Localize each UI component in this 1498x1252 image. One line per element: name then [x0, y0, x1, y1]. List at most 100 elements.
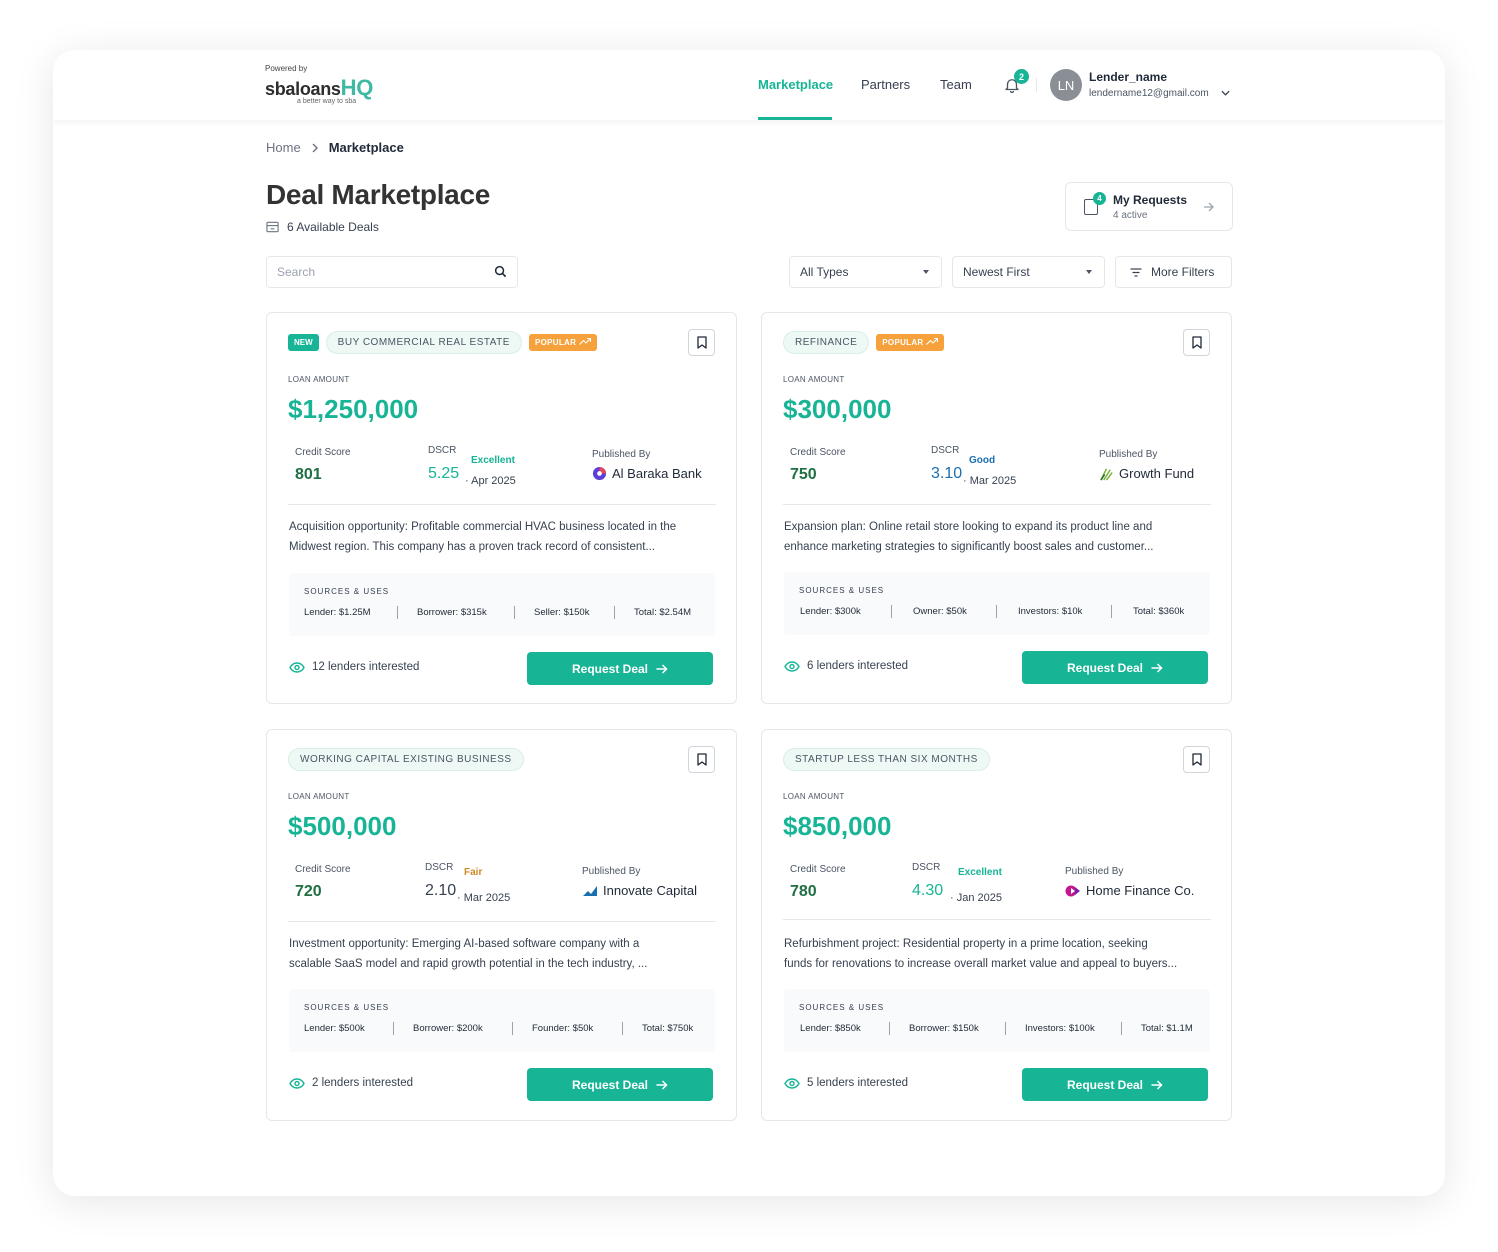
loan-amount: $500,000	[288, 811, 397, 841]
breadcrumb-home[interactable]: Home	[266, 140, 301, 155]
source-total: Total: $1.1M	[1141, 1023, 1193, 1034]
published-by-label: Published By	[592, 449, 651, 460]
more-filters-button[interactable]: More Filters	[1115, 256, 1232, 288]
new-badge: NEW	[288, 334, 319, 351]
sort-value: Newest First	[963, 265, 1030, 279]
eye-icon	[289, 661, 305, 673]
type-filter-value: All Types	[800, 265, 849, 279]
publisher-name: Home Finance Co.	[1086, 883, 1195, 898]
divider	[783, 919, 1211, 920]
deal-card: STARTUP LESS THAN SIX MONTHS LOAN AMOUNT…	[761, 729, 1232, 1121]
bookmark-icon	[696, 753, 707, 766]
source-lender: Lender: $850k	[800, 1023, 861, 1034]
dscr-value: 2.10	[425, 882, 457, 899]
description-line: scalable SaaS model and rapid growth pot…	[289, 958, 648, 970]
sources-uses-label: SOURCES & USES	[799, 1003, 885, 1012]
nav-active-indicator	[758, 117, 832, 120]
bookmark-icon	[1191, 753, 1202, 766]
nav-marketplace[interactable]: Marketplace	[758, 77, 833, 92]
arrow-right-icon	[1204, 202, 1214, 212]
sources-uses-label: SOURCES & USES	[799, 586, 885, 595]
loan-amount: $850,000	[783, 811, 892, 841]
publisher-name: Innovate Capital	[603, 883, 697, 898]
brand-logo[interactable]: Powered by sbaloansHQ a better way to sb…	[265, 64, 373, 105]
publisher: Home Finance Co.	[1065, 883, 1194, 898]
credit-score-value: 801	[295, 466, 322, 483]
deal-date: · Mar 2025	[457, 892, 511, 904]
breadcrumb: Home Marketplace	[266, 140, 404, 155]
chevron-down-icon[interactable]	[1221, 90, 1230, 96]
request-deal-button[interactable]: Request Deal	[1022, 1068, 1208, 1101]
popular-badge: POPULAR	[528, 334, 597, 351]
store-icon	[266, 221, 279, 233]
user-name[interactable]: Lender_name	[1089, 70, 1167, 84]
more-filters-label: More Filters	[1151, 265, 1215, 279]
brand-hq-text: HQ	[340, 75, 374, 100]
sources-uses-label: SOURCES & USES	[304, 1003, 390, 1012]
credit-score-label: Credit Score	[790, 447, 846, 458]
top-navbar: Powered by sbaloansHQ a better way to sb…	[53, 50, 1445, 120]
bookmark-button[interactable]	[688, 746, 715, 773]
description-line: Expansion plan: Online retail store look…	[784, 521, 1153, 533]
trending-up-icon	[578, 337, 591, 345]
description-line: enhance marketing strategies to signific…	[784, 541, 1154, 553]
bookmark-button[interactable]	[1183, 329, 1210, 356]
source-owner: Owner: $50k	[913, 606, 967, 617]
loan-amount-label: LOAN AMOUNT	[783, 375, 845, 384]
innovate-capital-logo-icon	[583, 885, 597, 896]
source-lender: Lender: $300k	[800, 606, 861, 617]
dscr-label: DSCR	[912, 862, 941, 873]
published-by-label: Published By	[1099, 449, 1158, 460]
sources-uses-panel: SOURCES & USES Lender: $850k Borrower: $…	[784, 989, 1210, 1052]
user-email[interactable]: lendername12@gmail.com	[1089, 88, 1209, 99]
request-deal-label: Request Deal	[1066, 660, 1144, 675]
request-deal-button[interactable]: Request Deal	[527, 1068, 713, 1101]
sources-uses-panel: SOURCES & USES Lender: $300k Owner: $50k…	[784, 572, 1210, 635]
request-deal-button[interactable]: Request Deal	[1022, 651, 1208, 684]
search-icon[interactable]	[494, 265, 507, 278]
nav-team[interactable]: Team	[940, 77, 972, 92]
divider	[288, 504, 716, 505]
source-lender: Lender: $500k	[304, 1023, 365, 1034]
dscr-label: DSCR	[428, 445, 457, 456]
powered-by-label: Powered by	[265, 64, 308, 73]
loan-amount-label: LOAN AMOUNT	[288, 375, 350, 384]
my-requests-button[interactable]: 4 My Requests 4 active	[1065, 182, 1233, 231]
avatar[interactable]: LN	[1050, 69, 1082, 101]
growth-fund-logo-icon	[1100, 468, 1113, 481]
dscr-rating: Fair	[464, 867, 483, 878]
sources-uses-row: Lender: $1.25M Borrower: $315k Seller: $…	[304, 606, 704, 619]
deal-date: · Apr 2025	[465, 475, 516, 487]
description-line: Midwest region. This company has a prove…	[289, 541, 656, 553]
credit-score-value: 750	[790, 466, 817, 483]
request-deal-button[interactable]: Request Deal	[527, 652, 713, 685]
bookmark-button[interactable]	[688, 329, 715, 356]
bookmark-button[interactable]	[1183, 746, 1210, 773]
loan-amount-label: LOAN AMOUNT	[288, 792, 350, 801]
deal-description: Acquisition opportunity: Profitable comm…	[289, 517, 719, 557]
lenders-interested-text: 12 lenders interested	[312, 661, 420, 673]
search-input[interactable]	[267, 257, 467, 287]
app-window: Powered by sbaloansHQ a better way to sb…	[53, 50, 1445, 1196]
trending-up-icon	[926, 337, 939, 345]
bookmark-icon	[696, 336, 707, 349]
divider	[783, 504, 1211, 505]
bookmark-icon	[1191, 336, 1202, 349]
arrow-right-icon	[1151, 662, 1163, 673]
type-filter-select[interactable]: All Types	[789, 256, 942, 288]
popular-label: POPULAR	[534, 338, 577, 347]
sort-select[interactable]: Newest First	[952, 256, 1105, 288]
publisher: Innovate Capital	[582, 883, 697, 898]
sources-uses-label: SOURCES & USES	[304, 587, 390, 596]
arrow-right-icon	[656, 663, 668, 674]
arrow-right-icon	[1151, 1079, 1163, 1090]
description-line: funds for renovations to increase overal…	[784, 958, 1178, 970]
caret-down-icon	[923, 270, 929, 274]
publisher-name: Growth Fund	[1119, 466, 1195, 481]
nav-partners[interactable]: Partners	[861, 77, 910, 92]
source-total: Total: $360k	[1133, 606, 1185, 617]
source-seller: Seller: $150k	[534, 607, 590, 618]
filter-icon	[1130, 267, 1142, 277]
sources-uses-row: Lender: $500k Borrower: $200k Founder: $…	[304, 1022, 704, 1035]
description-line: Refurbishment project: Residential prope…	[784, 938, 1148, 950]
